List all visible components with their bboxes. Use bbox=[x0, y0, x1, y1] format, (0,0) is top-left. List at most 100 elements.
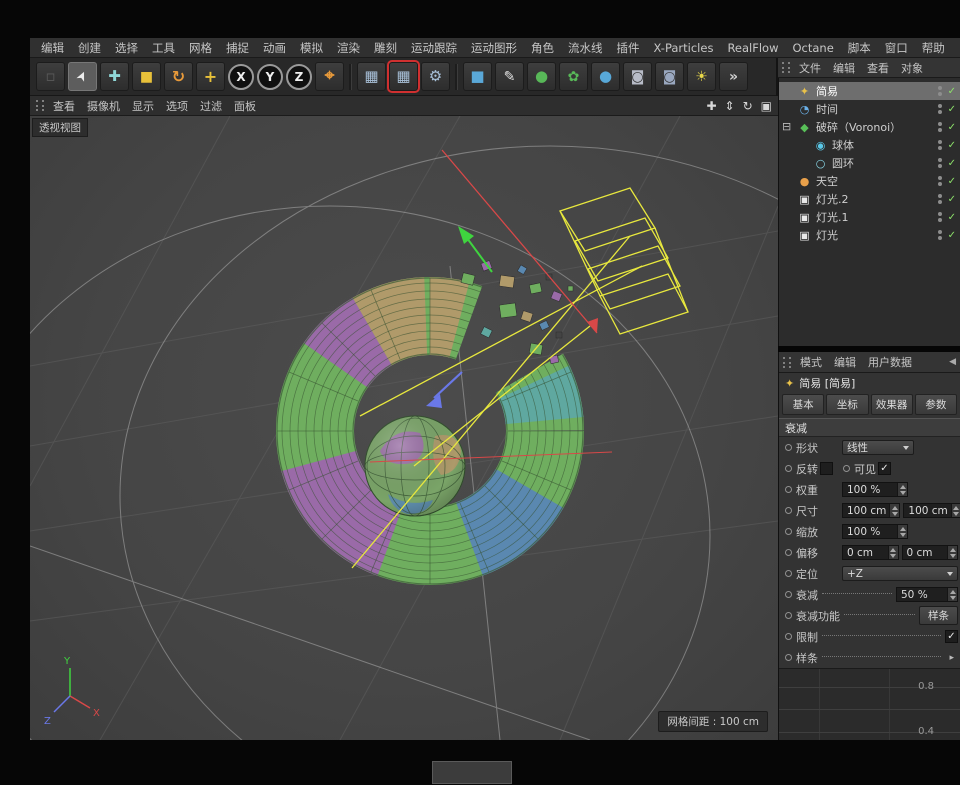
visible-checkbox[interactable]: ✓ bbox=[878, 462, 891, 475]
visibility-dots-icon[interactable] bbox=[937, 104, 942, 114]
menubar-item[interactable]: Octane bbox=[785, 41, 840, 55]
om-menu-item[interactable]: 对象 bbox=[896, 60, 928, 76]
vp-menu-item[interactable]: 选项 bbox=[161, 98, 193, 114]
enabled-check-icon[interactable]: ✓ bbox=[948, 230, 956, 241]
keyframe-dot-icon[interactable] bbox=[785, 465, 792, 472]
menubar-item[interactable]: 选择 bbox=[108, 40, 145, 56]
stepper-icon[interactable] bbox=[897, 525, 907, 538]
object-row-light-1[interactable]: ▣ 灯光.1 ✓ bbox=[779, 208, 960, 226]
object-row-voronoi-fracture[interactable]: ⊟ ◆ 破碎（Voronoi） ✓ bbox=[779, 118, 960, 136]
keyframe-dot-icon[interactable] bbox=[785, 633, 792, 640]
menubar-item[interactable]: 运动图形 bbox=[464, 40, 524, 56]
object-row-torus[interactable]: ○ 圆环 ✓ bbox=[779, 154, 960, 172]
toolbar-overflow-button[interactable]: » bbox=[719, 62, 748, 91]
visibility-dots-icon[interactable] bbox=[937, 140, 942, 150]
visibility-dots-icon[interactable] bbox=[937, 212, 942, 222]
vp-menu-item[interactable]: 面板 bbox=[229, 98, 261, 114]
enabled-check-icon[interactable]: ✓ bbox=[948, 158, 956, 169]
scale-tool-button[interactable]: ■ bbox=[132, 62, 161, 91]
visibility-dots-icon[interactable] bbox=[937, 158, 942, 168]
stepper-icon[interactable] bbox=[889, 504, 900, 517]
camera-button[interactable]: ◙ bbox=[655, 62, 684, 91]
empty-tool-button[interactable]: ▫ bbox=[36, 62, 65, 91]
object-row-sphere[interactable]: ◉ 球体 ✓ bbox=[779, 136, 960, 154]
size-x-field[interactable]: 100 cm bbox=[842, 503, 901, 518]
menubar-item[interactable]: 帮助 bbox=[915, 40, 952, 56]
om-menu-item[interactable]: 查看 bbox=[862, 60, 894, 76]
keyframe-dot-icon[interactable] bbox=[785, 549, 792, 556]
lock-x-button[interactable]: X bbox=[228, 63, 254, 90]
tab-basic[interactable]: 基本 bbox=[782, 394, 825, 415]
attr-menu-item[interactable]: 编辑 bbox=[829, 354, 861, 370]
visibility-dots-icon[interactable] bbox=[937, 122, 942, 132]
panel-grip-icon[interactable] bbox=[36, 100, 44, 111]
object-row-light-2[interactable]: ▣ 灯光.2 ✓ bbox=[779, 190, 960, 208]
size-y-field[interactable]: 100 cm bbox=[903, 503, 960, 518]
clamp-checkbox[interactable]: ✓ bbox=[945, 630, 958, 643]
collapse-icon[interactable]: ⊟ bbox=[782, 119, 791, 135]
invert-checkbox[interactable]: ✓ bbox=[820, 462, 833, 475]
stepper-icon[interactable] bbox=[947, 588, 957, 601]
stepper-icon[interactable] bbox=[887, 546, 898, 559]
om-menu-item[interactable]: 编辑 bbox=[828, 60, 860, 76]
lock-y-button[interactable]: Y bbox=[257, 63, 283, 90]
light-button[interactable]: ☀ bbox=[687, 62, 716, 91]
viewport-canvas[interactable]: Y X Z 透视视图 网格间距 : 100 cm bbox=[30, 116, 778, 740]
visibility-dots-icon[interactable] bbox=[937, 176, 942, 186]
menubar-item[interactable]: 渲染 bbox=[330, 40, 367, 56]
add-cube-button[interactable]: ■ bbox=[463, 62, 492, 91]
visibility-dots-icon[interactable] bbox=[937, 230, 942, 240]
keyframe-dot-icon[interactable] bbox=[785, 528, 792, 535]
keyframe-dot-icon[interactable] bbox=[785, 654, 792, 661]
falloff-function-button[interactable]: 样条 bbox=[919, 606, 958, 625]
stepper-icon[interactable] bbox=[947, 546, 957, 559]
keyframe-dot-icon[interactable] bbox=[785, 444, 792, 451]
vp-menu-item[interactable]: 显示 bbox=[127, 98, 159, 114]
menubar-item[interactable]: 工具 bbox=[145, 40, 182, 56]
tab-effector[interactable]: 效果器 bbox=[870, 394, 913, 415]
render-view-button[interactable]: ▦ bbox=[357, 62, 386, 91]
scale-field[interactable]: 100 % bbox=[842, 524, 908, 539]
coord-system-button[interactable]: ⌖ bbox=[315, 62, 344, 91]
menubar-item[interactable]: RealFlow bbox=[720, 41, 785, 55]
menubar-item[interactable]: 运动跟踪 bbox=[404, 40, 464, 56]
volumes-button[interactable]: ● bbox=[591, 62, 620, 91]
spline-pen-button[interactable]: ✎ bbox=[495, 62, 524, 91]
menubar-item[interactable]: 流水线 bbox=[561, 40, 610, 56]
offset-y-field[interactable]: 0 cm bbox=[901, 545, 958, 560]
menubar-item[interactable]: 捕捉 bbox=[219, 40, 256, 56]
object-row-light[interactable]: ▣ 灯光 ✓ bbox=[779, 226, 960, 244]
menubar-item[interactable]: 角色 bbox=[524, 40, 561, 56]
toggle-view-icon[interactable]: ▣ bbox=[761, 100, 772, 112]
menubar-item[interactable]: 网格 bbox=[182, 40, 219, 56]
enabled-check-icon[interactable]: ✓ bbox=[948, 194, 956, 205]
vp-menu-item[interactable]: 查看 bbox=[48, 98, 80, 114]
attr-menu-item[interactable]: 用户数据 bbox=[863, 354, 917, 370]
mograph-button[interactable]: ✿ bbox=[559, 62, 588, 91]
orientation-dropdown[interactable]: +Z bbox=[842, 566, 958, 581]
visibility-dots-icon[interactable] bbox=[937, 86, 942, 96]
keyframe-dot-icon[interactable] bbox=[785, 591, 792, 598]
render-picture-viewer-button[interactable]: ▦ bbox=[387, 60, 420, 93]
enabled-check-icon[interactable]: ✓ bbox=[948, 86, 956, 97]
visibility-dots-icon[interactable] bbox=[937, 194, 942, 204]
select-tool-button[interactable]: ➤ bbox=[68, 62, 97, 91]
vp-menu-item[interactable]: 摄像机 bbox=[82, 98, 125, 114]
keyframe-dot-icon[interactable] bbox=[785, 486, 792, 493]
viewport-name-label[interactable]: 透视视图 bbox=[32, 118, 88, 137]
spline-graph[interactable]: 0.8 0.4 bbox=[779, 668, 960, 740]
vp-menu-item[interactable]: 过滤 bbox=[195, 98, 227, 114]
panel-grip-icon[interactable] bbox=[782, 62, 790, 73]
stepper-icon[interactable] bbox=[950, 504, 960, 517]
motion-camera-button[interactable]: ◙ bbox=[623, 62, 652, 91]
falloff-field[interactable]: 50 % bbox=[896, 587, 958, 602]
expand-icon[interactable]: ▸ bbox=[945, 653, 958, 663]
falloff-section-header[interactable]: 衰减 bbox=[779, 418, 960, 437]
shape-dropdown[interactable]: 线性 bbox=[842, 440, 914, 455]
panel-grip-icon[interactable] bbox=[783, 356, 791, 368]
offset-x-field[interactable]: 0 cm bbox=[842, 545, 899, 560]
keyframe-dot-icon[interactable] bbox=[785, 507, 792, 514]
menubar-item[interactable]: 模拟 bbox=[293, 40, 330, 56]
zoom-view-icon[interactable]: ⇕ bbox=[725, 100, 735, 112]
generators-button[interactable]: ● bbox=[527, 62, 556, 91]
